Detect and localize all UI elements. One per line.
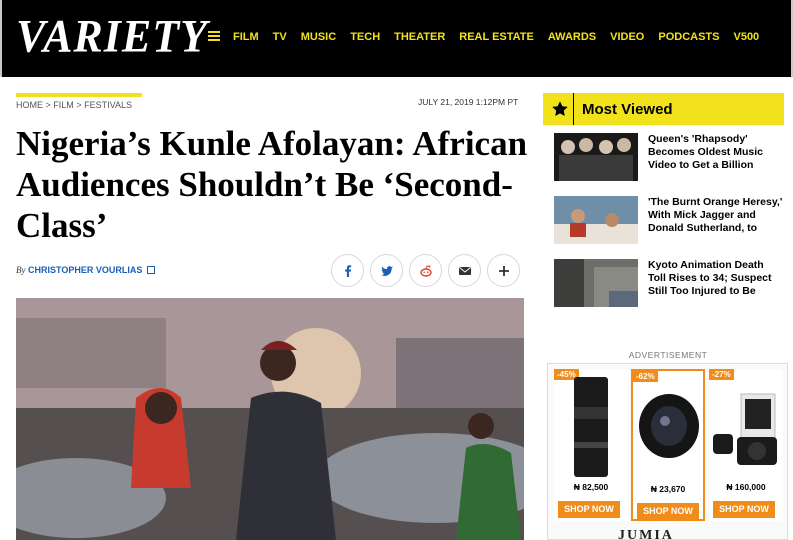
most-viewed-thumbnail[interactable] <box>554 133 638 181</box>
nav-tech[interactable]: TECH <box>350 31 380 44</box>
nav-awards[interactable]: AWARDS <box>548 31 596 44</box>
article-hero-image <box>16 298 524 540</box>
article-timestamp: JULY 21, 2019 1:12PM PT <box>418 97 519 107</box>
nav-theater[interactable]: THEATER <box>394 31 445 44</box>
most-viewed-headline[interactable]: Kyoto Animation Death Toll Rises to 34; … <box>648 259 783 299</box>
most-viewed-divider <box>573 93 574 125</box>
share-facebook-button[interactable] <box>331 254 364 287</box>
breadcrumb-festivals[interactable]: FESTIVALS <box>84 100 132 110</box>
share-email-button[interactable] <box>448 254 481 287</box>
shop-now-button[interactable]: SHOP NOW <box>713 501 775 518</box>
most-viewed-header: Most Viewed <box>543 93 784 125</box>
nav-v500[interactable]: V500 <box>733 31 759 44</box>
most-viewed-headline[interactable]: Queen's 'Rhapsody' Becomes Oldest Music … <box>648 133 783 173</box>
most-viewed-thumbnail[interactable] <box>554 259 638 307</box>
main-nav: FILM TV MUSIC TECH THEATER REAL ESTATE A… <box>233 31 773 44</box>
advertisement-label: ADVERTISEMENT <box>628 350 708 360</box>
follow-author-icon[interactable] <box>146 266 155 274</box>
share-reddit-button[interactable] <box>409 254 442 287</box>
ad-product-card[interactable]: -62% ₦ 23,670 SHOP NOW <box>631 369 705 521</box>
nav-film[interactable]: FILM <box>233 31 259 44</box>
reddit-icon <box>419 264 432 277</box>
most-viewed-headline[interactable]: 'The Burnt Orange Heresy,' With Mick Jag… <box>648 196 783 236</box>
author-link[interactable]: CHRISTOPHER VOURLIAS <box>28 265 142 275</box>
shop-now-button[interactable]: SHOP NOW <box>637 503 699 520</box>
product-price: ₦ 160,000 <box>726 482 766 492</box>
variety-logo[interactable]: VARIETY <box>16 9 208 66</box>
most-viewed-title: Most Viewed <box>582 101 673 118</box>
product-price: ₦ 23,670 <box>650 484 686 494</box>
ad-product-card[interactable]: -45% ₦ 82,500 SHOP NOW <box>554 369 628 521</box>
byline: By CHRISTOPHER VOURLIAS <box>16 265 155 275</box>
shop-now-button[interactable]: SHOP NOW <box>558 501 620 518</box>
menu-icon[interactable] <box>208 31 220 43</box>
article-headline: Nigeria’s Kunle Afolayan: African Audien… <box>16 124 528 245</box>
nav-real-estate[interactable]: REAL ESTATE <box>459 31 534 44</box>
most-viewed-item[interactable]: Queen's 'Rhapsody' Becomes Oldest Music … <box>554 133 782 183</box>
nav-podcasts[interactable]: PODCASTS <box>658 31 719 44</box>
facebook-icon <box>344 264 351 277</box>
ad-product-card[interactable]: -27% ₦ 160,000 SHOP NOW <box>709 369 783 521</box>
camera-lens-image <box>639 394 699 458</box>
jumia-logo[interactable]: JUMIA <box>618 528 674 539</box>
most-viewed-item[interactable]: Kyoto Animation Death Toll Rises to 34; … <box>554 259 782 309</box>
byline-by: By <box>16 265 26 275</box>
discount-badge: -62% <box>633 371 658 382</box>
email-icon <box>458 266 471 275</box>
plus-icon <box>498 265 509 276</box>
advertisement-banner[interactable]: -45% ₦ 82,500 SHOP NOW -62% ₦ 23,670 SHO… <box>547 363 788 540</box>
nav-music[interactable]: MUSIC <box>301 31 336 44</box>
share-more-button[interactable] <box>487 254 520 287</box>
nav-video[interactable]: VIDEO <box>610 31 644 44</box>
product-price: ₦ 82,500 <box>573 482 609 492</box>
nav-tv[interactable]: TV <box>273 31 287 44</box>
breadcrumb-separator: > <box>45 100 51 110</box>
breadcrumb-separator: > <box>76 100 82 110</box>
discount-badge: -27% <box>709 369 734 380</box>
most-viewed-item[interactable]: 'The Burnt Orange Heresy,' With Mick Jag… <box>554 196 782 246</box>
star-icon <box>552 101 568 117</box>
share-twitter-button[interactable] <box>370 254 403 287</box>
most-viewed-thumbnail[interactable] <box>554 196 638 244</box>
site-header: VARIETY FILM TV MUSIC TECH THEATER REAL … <box>0 0 793 77</box>
camera-lens-image <box>574 377 608 477</box>
twitter-icon <box>380 265 393 276</box>
breadcrumb-accent-bar <box>16 93 142 97</box>
camera-kit-image <box>713 393 777 465</box>
breadcrumb-film[interactable]: FILM <box>53 100 74 110</box>
breadcrumb-home[interactable]: HOME <box>16 100 43 110</box>
breadcrumb: HOME > FILM > FESTIVALS <box>16 100 132 110</box>
